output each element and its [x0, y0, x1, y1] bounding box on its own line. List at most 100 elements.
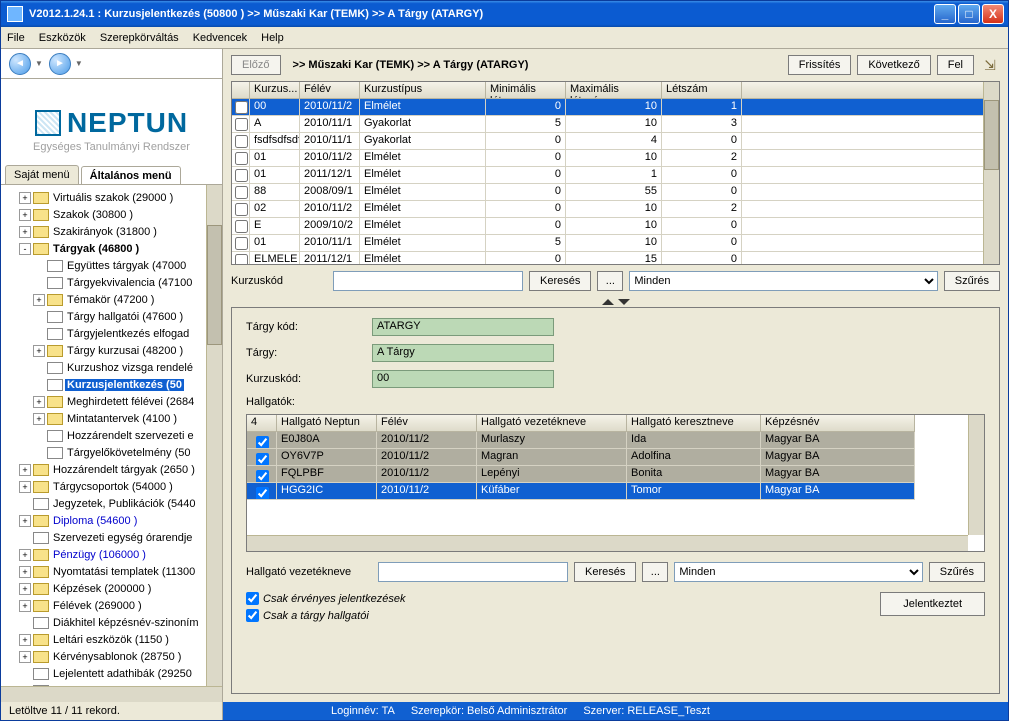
expand-icon[interactable]: +: [19, 209, 31, 221]
expand-icon[interactable]: +: [19, 651, 31, 663]
tree-item[interactable]: Tárgyelőkövetelmény (50: [1, 444, 222, 461]
expand-icon[interactable]: +: [19, 600, 31, 612]
tree-item[interactable]: +Félévek (269000 ): [1, 597, 222, 614]
browse-button-2[interactable]: ...: [642, 562, 668, 582]
column-header[interactable]: Képzésnév: [761, 415, 915, 432]
tree-item[interactable]: +Nyomtatási templatek (11300: [1, 563, 222, 580]
tab-altalanos-menu[interactable]: Általános menü: [81, 166, 181, 185]
expand-icon[interactable]: +: [19, 634, 31, 646]
maximize-button[interactable]: □: [958, 4, 980, 24]
chevron-down-icon[interactable]: ▼: [35, 59, 43, 68]
tree-item[interactable]: +Kérvénysablonok (28750 ): [1, 648, 222, 665]
table-row[interactable]: 022010/11/2Elmélet0102: [232, 201, 999, 218]
tree-item[interactable]: +Szakirányok (31800 ): [1, 223, 222, 240]
kereses-button-2[interactable]: Keresés: [574, 562, 636, 582]
column-header[interactable]: Kurzustípus: [360, 82, 486, 99]
column-header[interactable]: Hallgató Neptun …: [277, 415, 377, 432]
vezeteknev-input[interactable]: [378, 562, 568, 582]
menu-help[interactable]: Help: [261, 32, 284, 44]
table-row[interactable]: HGG2IC2010/11/2KüfáberTomorMagyar BA: [247, 483, 984, 500]
menu-szerepkor[interactable]: Szerepkörváltás: [100, 32, 179, 44]
table-row[interactable]: fsdfsdfsdf2010/11/1Gyakorlat040: [232, 133, 999, 150]
expand-icon[interactable]: +: [19, 549, 31, 561]
column-header[interactable]: Félév: [377, 415, 477, 432]
table-row[interactable]: ELMELE2011/12/1Elmélet0150: [232, 252, 999, 265]
jelentkeztet-button[interactable]: Jelentkeztet: [880, 592, 985, 616]
table-row[interactable]: E2009/10/2Elmélet0100: [232, 218, 999, 235]
collapse-icon[interactable]: -: [19, 243, 31, 255]
expand-icon[interactable]: +: [19, 464, 31, 476]
szures-button-2[interactable]: Szűrés: [929, 562, 985, 582]
table-row[interactable]: 012010/11/2Elmélet0102: [232, 150, 999, 167]
expand-icon[interactable]: +: [33, 413, 45, 425]
row-checkbox[interactable]: [235, 101, 248, 114]
expand-icon[interactable]: +: [19, 481, 31, 493]
menu-file[interactable]: File: [7, 32, 25, 44]
menu-eszkozok[interactable]: Eszközök: [39, 32, 86, 44]
column-header[interactable]: Minimális léts…: [486, 82, 566, 99]
tree-item[interactable]: Tárgyekvivalencia (47100: [1, 274, 222, 291]
column-header[interactable]: Maximális létszám: [566, 82, 662, 99]
tree-item[interactable]: Hozzárendelt szervezeti e: [1, 427, 222, 444]
table-row[interactable]: 002010/11/2Elmélet0101: [232, 99, 999, 116]
column-header[interactable]: Hallgató keresztneve: [627, 415, 761, 432]
filter-select-1[interactable]: Minden: [629, 271, 937, 291]
tree-scrollbar[interactable]: [206, 185, 222, 686]
tree-item[interactable]: +Tárgycsoportok (54000 ): [1, 478, 222, 495]
row-checkbox[interactable]: [256, 436, 269, 449]
tree-item[interactable]: +Mintatantervek (4100 ): [1, 410, 222, 427]
students-grid-vscroll[interactable]: [968, 415, 984, 535]
table-row[interactable]: OY6V7P2010/11/2MagranAdolfinaMagyar BA: [247, 449, 984, 466]
tree-item[interactable]: +Virtuális szakok (29000 ): [1, 189, 222, 206]
row-checkbox[interactable]: [235, 186, 248, 199]
tree-item[interactable]: +Képzések (200000 ): [1, 580, 222, 597]
tree-item[interactable]: Szervezeti egység órarendje: [1, 529, 222, 546]
tree-item[interactable]: +Szakok (30800 ): [1, 206, 222, 223]
tree-item[interactable]: +Pénzügy (106000 ): [1, 546, 222, 563]
nav-back-button[interactable]: ◄: [9, 53, 31, 75]
courses-grid-scrollbar[interactable]: [983, 82, 999, 264]
tree-item[interactable]: +Meghirdetett félévei (2684: [1, 393, 222, 410]
expand-icon[interactable]: +: [19, 515, 31, 527]
expand-icon[interactable]: +: [33, 345, 45, 357]
column-header[interactable]: Hallgató vezetékneve: [477, 415, 627, 432]
tree-item[interactable]: +Témakör (47200 ): [1, 291, 222, 308]
row-checkbox[interactable]: [235, 220, 248, 233]
column-header[interactable]: Kurzus...: [250, 82, 300, 99]
tree-item[interactable]: Jegyzetek, Publikációk (5440: [1, 495, 222, 512]
splitter[interactable]: [223, 297, 1008, 307]
tree-item[interactable]: Tárgyjelentkezés elfogad: [1, 325, 222, 342]
tree-item[interactable]: Kurzusjelentkezés (50: [1, 376, 222, 393]
courses-grid[interactable]: Kurzus...FélévKurzustípusMinimális léts……: [231, 81, 1000, 265]
students-grid-hscroll[interactable]: [247, 535, 968, 551]
table-row[interactable]: FQLPBF2010/11/2LepényiBonitaMagyar BA: [247, 466, 984, 483]
expand-icon[interactable]: +: [19, 226, 31, 238]
kereses-button-1[interactable]: Keresés: [529, 271, 591, 291]
expand-icon[interactable]: +: [19, 583, 31, 595]
browse-button-1[interactable]: ...: [597, 271, 623, 291]
tree-item[interactable]: +Hozzárendelt tárgyak (2650 ): [1, 461, 222, 478]
row-checkbox[interactable]: [256, 487, 269, 500]
row-checkbox[interactable]: [256, 470, 269, 483]
row-checkbox[interactable]: [235, 169, 248, 182]
tree-item[interactable]: Tárgy hallgatói (47600 ): [1, 308, 222, 325]
kovetkezo-button[interactable]: Következő: [857, 55, 930, 75]
kurzuskod-input[interactable]: [333, 271, 523, 291]
column-header[interactable]: Félév: [300, 82, 360, 99]
tree-item[interactable]: +Leltári eszközök (1150 ): [1, 631, 222, 648]
nav-tree[interactable]: +Virtuális szakok (29000 )+Szakok (30800…: [1, 185, 222, 686]
elozo-button[interactable]: Előző: [231, 55, 281, 75]
table-row[interactable]: 012010/11/1Elmélet5100: [232, 235, 999, 252]
tree-item[interactable]: -Tárgyak (46800 ): [1, 240, 222, 257]
row-checkbox[interactable]: [256, 453, 269, 466]
chevron-down-icon[interactable]: ▼: [75, 59, 83, 68]
expand-icon[interactable]: +: [33, 294, 45, 306]
tree-item[interactable]: DiákHitel engedményezés (29: [1, 682, 222, 686]
tree-item[interactable]: +Diploma (54600 ): [1, 512, 222, 529]
students-grid[interactable]: 4Hallgató Neptun …FélévHallgató vezetékn…: [246, 414, 985, 552]
table-row[interactable]: E0J80A2010/11/2MurlaszyIdaMagyar BA: [247, 432, 984, 449]
pin-icon[interactable]: ⇲: [980, 55, 1000, 75]
minimize-button[interactable]: _: [934, 4, 956, 24]
expand-icon[interactable]: +: [33, 396, 45, 408]
nav-forward-button[interactable]: ►: [49, 53, 71, 75]
